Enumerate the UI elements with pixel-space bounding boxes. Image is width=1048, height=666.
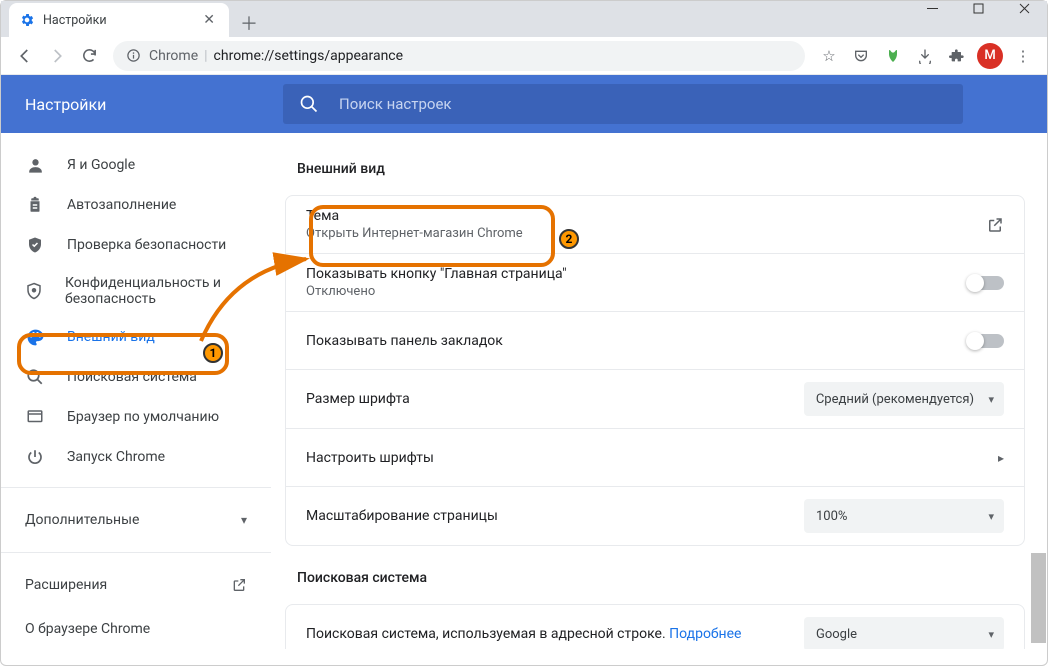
chevron-right-icon: ▸ [998,451,1004,465]
power-icon [25,447,45,467]
browser-tab[interactable]: Настройки ✕ [9,3,229,37]
home-button-toggle[interactable] [968,276,1004,290]
settings-header: Настройки [1,75,1047,133]
profile-avatar[interactable]: M [977,43,1003,69]
sidebar-item-appearance[interactable]: Внешний вид [1,317,271,357]
page-title: Настройки [25,95,283,114]
person-icon [25,155,45,175]
close-window-button[interactable] [1001,0,1047,23]
minimize-button[interactable] [909,0,955,23]
browser-icon [25,407,45,427]
search-icon [299,94,319,114]
url-path: chrome://settings/appearance [214,48,404,64]
main-area: Я и Google Автозаполнение Проверка безоп… [1,133,1047,649]
menu-icon[interactable]: ⋮ [1009,42,1037,70]
clipboard-icon [25,195,45,215]
bookmark-star-icon[interactable]: ☆ [815,42,843,70]
sidebar-item-default-browser[interactable]: Браузер по умолчанию [1,397,271,437]
tab-close-icon[interactable]: ✕ [199,10,219,30]
theme-subtitle: Открыть Интернет-магазин Chrome [306,226,986,241]
settings-search[interactable] [283,84,963,124]
page-zoom-row: Масштабирование страницы 100% [286,487,1024,545]
window-controls [909,0,1047,23]
forward-button[interactable] [41,40,73,72]
theme-title: Тема [306,208,986,224]
bookmarks-bar-toggle[interactable] [968,334,1004,348]
section-appearance-title: Внешний вид [297,161,1025,177]
appearance-card: Тема Открыть Интернет-магазин Chrome Пок… [285,195,1025,546]
address-bar[interactable]: Chrome | chrome://settings/appearance [113,41,805,71]
sidebar-item-you-and-google[interactable]: Я и Google [1,145,271,185]
extensions-icon[interactable] [943,42,971,70]
external-link-icon[interactable] [986,216,1004,234]
learn-more-link[interactable]: Подробнее [669,626,741,642]
sidebar: Я и Google Автозаполнение Проверка безоп… [1,133,271,649]
bookmarks-bar-row: Показывать панель закладок [286,312,1024,370]
pocket-icon[interactable] [847,42,875,70]
sidebar-about[interactable]: О браузере Chrome [1,607,271,649]
customize-fonts-row[interactable]: Настроить шрифты ▸ [286,429,1024,487]
section-search-title: Поисковая система [297,570,1025,586]
tab-title: Настройки [43,13,107,28]
browser-toolbar: Chrome | chrome://settings/appearance ☆ … [1,37,1047,75]
search-input[interactable] [339,95,947,113]
back-button[interactable] [9,40,41,72]
external-link-icon [231,577,247,593]
font-size-row: Размер шрифта Средний (рекомендуется) [286,370,1024,429]
evernote-icon[interactable] [879,42,907,70]
sidebar-advanced[interactable]: Дополнительные ▾ [1,498,271,542]
shield-check-icon [25,235,45,255]
site-info-icon[interactable] [125,48,141,64]
reload-button[interactable] [73,40,105,72]
sidebar-extensions[interactable]: Расширения [1,563,271,607]
sidebar-item-safety-check[interactable]: Проверка безопасности [1,225,271,265]
home-button-row: Показывать кнопку "Главная страница" Отк… [286,254,1024,312]
search-engine-row: Поисковая система, используемая в адресн… [286,605,1024,649]
shield-icon [25,281,43,301]
sidebar-item-on-startup[interactable]: Запуск Chrome [1,437,271,477]
theme-row[interactable]: Тема Открыть Интернет-магазин Chrome [286,196,1024,254]
page-zoom-dropdown[interactable]: 100% [804,499,1004,533]
search-icon [25,367,45,387]
sidebar-item-search-engine[interactable]: Поисковая система [1,357,271,397]
new-tab-button[interactable]: ＋ [235,9,263,37]
divider [1,552,271,553]
tab-strip: Настройки ✕ ＋ [1,1,1047,37]
font-size-dropdown[interactable]: Средний (рекомендуется) [804,382,1004,416]
sidebar-item-privacy[interactable]: Конфиденциальность и безопасность [1,265,271,317]
url-scheme: Chrome [149,48,198,64]
search-engine-dropdown[interactable]: Google [804,617,1004,649]
maximize-button[interactable] [955,0,1001,23]
download-icon[interactable] [911,42,939,70]
search-card: Поисковая система, используемая в адресн… [285,604,1025,649]
palette-icon [25,327,45,347]
divider [1,487,271,488]
sidebar-item-autofill[interactable]: Автозаполнение [1,185,271,225]
content-area: Внешний вид Тема Открыть Интернет-магази… [271,133,1047,649]
scrollbar-thumb[interactable] [1031,553,1046,643]
gear-icon [19,12,35,28]
chevron-down-icon: ▾ [241,513,247,527]
